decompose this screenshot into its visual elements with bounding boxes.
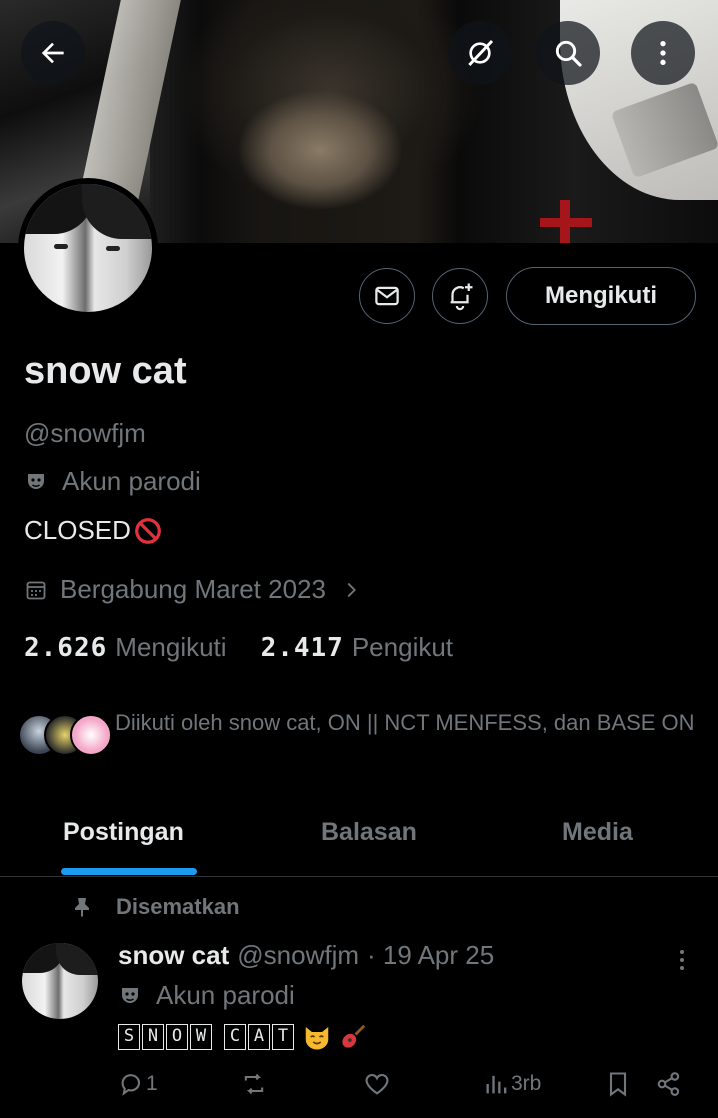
- prohibited-emoji-icon: [135, 517, 161, 544]
- boxed-letter: T: [272, 1024, 294, 1050]
- post-parody-label: Akun parodi: [118, 980, 295, 1011]
- grok-icon: [468, 39, 494, 67]
- post-text: SNOWCAT: [118, 1022, 368, 1052]
- cat-emoji-icon: [305, 1027, 329, 1050]
- back-button[interactable]: [21, 21, 85, 85]
- mail-icon: [375, 286, 399, 306]
- heart-icon: [365, 1073, 389, 1095]
- profile-handle: @snowfjm: [24, 418, 146, 448]
- more-options-button[interactable]: [631, 21, 695, 85]
- tab-replies[interactable]: Balasan: [321, 818, 417, 847]
- search-button[interactable]: [536, 21, 600, 85]
- reply-count: 1: [146, 1072, 158, 1095]
- post-author-name[interactable]: snow cat: [118, 940, 229, 971]
- post-author-handle[interactable]: @snowfjm: [237, 940, 359, 971]
- following-stat[interactable]: 2.626 Mengikuti: [24, 632, 227, 663]
- pinned-label: Disematkan: [70, 894, 240, 920]
- tab-posts[interactable]: Postingan: [63, 818, 184, 847]
- join-date-text: Bergabung Maret 2023: [60, 574, 326, 604]
- post-parody-text: Akun parodi: [156, 980, 295, 1010]
- profile-bio: CLOSED: [24, 515, 163, 546]
- active-tab-indicator: [61, 868, 197, 875]
- message-button[interactable]: [359, 268, 415, 324]
- post-more-icon[interactable]: [670, 945, 694, 975]
- profile-name: snow cat: [24, 350, 187, 392]
- following-button[interactable]: Mengikuti: [506, 267, 696, 325]
- followed-by-text: Diikuti oleh snow cat, ON || NCT MENFESS…: [115, 710, 695, 735]
- profile-avatar[interactable]: [18, 178, 158, 318]
- parody-label[interactable]: Akun parodi: [24, 466, 201, 497]
- parody-mask-icon: [28, 473, 44, 489]
- more-vertical-icon: [660, 41, 666, 65]
- parody-mask-icon: [122, 987, 138, 1003]
- post-author-avatar[interactable]: [22, 943, 98, 1019]
- boxed-letter: O: [166, 1024, 188, 1050]
- parody-text: Akun parodi: [62, 466, 201, 496]
- search-icon: [555, 40, 582, 67]
- reply-button[interactable]: 1: [118, 1070, 158, 1098]
- guitar-emoji-icon: [342, 1024, 366, 1048]
- boxed-letter: W: [190, 1024, 212, 1050]
- avatar-image: [24, 184, 152, 312]
- boxed-letter: S: [118, 1024, 140, 1050]
- grok-button[interactable]: [448, 21, 512, 85]
- bookmark-icon: [609, 1072, 627, 1097]
- following-label: Mengikuti: [115, 632, 227, 662]
- boxed-letter: A: [248, 1024, 270, 1050]
- followers-count: 2.417: [260, 633, 344, 663]
- repost-icon: [244, 1073, 264, 1095]
- calendar-icon: [26, 581, 46, 599]
- reply-icon: [121, 1074, 141, 1096]
- followed-by[interactable]: Diikuti oleh snow cat, ON || NCT MENFESS…: [18, 706, 708, 776]
- followers-label: Pengikut: [351, 632, 454, 662]
- join-date[interactable]: Bergabung Maret 2023: [24, 574, 362, 605]
- followers-stat[interactable]: 2.417 Pengikut: [261, 632, 453, 663]
- post-actions: 1 3rb: [118, 1070, 688, 1110]
- tab-media[interactable]: Media: [562, 818, 633, 847]
- follow-stats: 2.626 Mengikuti 2.417 Pengikut: [24, 632, 453, 663]
- arrow-left-icon: [41, 42, 64, 64]
- like-button[interactable]: [363, 1070, 391, 1098]
- bio-text: CLOSED: [24, 515, 131, 545]
- post-boxed-text: SNOWCAT: [118, 1024, 296, 1050]
- bookmark-button[interactable]: [604, 1070, 632, 1098]
- analytics-icon: [486, 1075, 507, 1094]
- boxed-letter: C: [224, 1024, 246, 1050]
- profile-tabs: Postingan Balasan Media: [0, 800, 718, 877]
- boxed-letter: N: [142, 1024, 164, 1050]
- repost-button[interactable]: [240, 1070, 268, 1098]
- bell-plus-icon: [450, 283, 473, 311]
- share-button[interactable]: [655, 1070, 683, 1098]
- views-count: 3rb: [511, 1072, 542, 1095]
- follower-avatar-3: [70, 714, 112, 756]
- views-button[interactable]: 3rb: [483, 1070, 541, 1098]
- post-header: snow cat @snowfjm · 19 Apr 25: [118, 940, 494, 971]
- pin-icon: [75, 898, 89, 917]
- post-date[interactable]: · 19 Apr 25: [367, 940, 494, 971]
- chevron-right-icon: [347, 582, 356, 597]
- following-count: 2.626: [24, 633, 108, 663]
- banner-art-cross-bar: [540, 218, 592, 227]
- share-icon: [657, 1072, 680, 1096]
- notify-button[interactable]: [432, 268, 488, 324]
- pinned-text: Disematkan: [116, 894, 240, 919]
